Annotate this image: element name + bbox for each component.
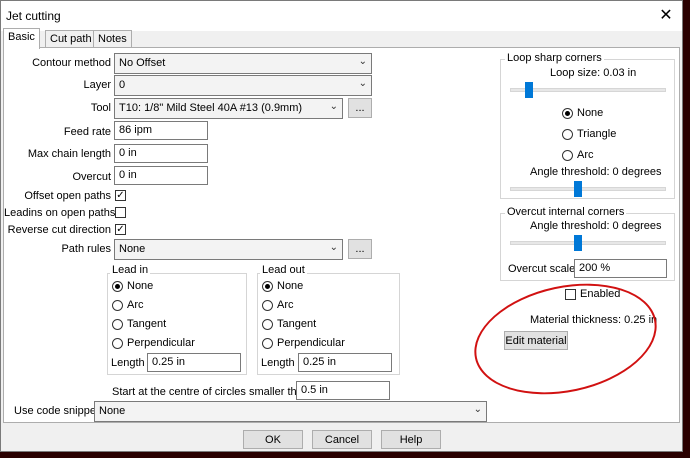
path-rules-select[interactable]: None ⌄	[114, 239, 343, 260]
tool-browse-button[interactable]: ...	[348, 98, 372, 118]
overcut-scale-input[interactable]: 200 %	[574, 259, 667, 278]
lead-out-none-label: None	[277, 280, 304, 292]
layer-select[interactable]: 0 ⌄	[114, 75, 372, 96]
loop-triangle-radio[interactable]	[562, 129, 573, 140]
overcut-label: Overcut	[72, 171, 111, 183]
close-icon[interactable]: ✕	[651, 4, 681, 28]
offset-open-paths-checkbox[interactable]: ✓	[115, 190, 126, 201]
window-title: Jet cutting	[6, 9, 61, 23]
code-snippet-select[interactable]: None ⌄	[94, 401, 487, 422]
chevron-down-icon: ⌄	[358, 78, 367, 89]
leadins-on-open-paths-label: Leadins on open paths	[4, 207, 116, 219]
start-centre-label: Start at the centre of circles smaller t…	[112, 386, 309, 398]
loop-size-label: Loop size: 0.03 in	[550, 67, 637, 79]
chevron-down-icon: ⌄	[473, 404, 482, 415]
loop-arc-label: Arc	[577, 149, 594, 161]
loop-triangle-label: Triangle	[577, 128, 617, 140]
cancel-button[interactable]: Cancel	[312, 430, 372, 449]
lead-out-arc-radio[interactable]	[262, 300, 273, 311]
loop-arc-radio[interactable]	[562, 150, 573, 161]
lead-out-perpendicular-label: Perpendicular	[277, 337, 345, 349]
title-bar: Jet cutting ✕	[1, 1, 682, 31]
tab-basic[interactable]: Basic	[3, 28, 40, 49]
contour-method-label: Contour method	[32, 57, 111, 69]
overcut-input[interactable]: 0 in	[114, 166, 208, 185]
path-rules-label: Path rules	[61, 243, 111, 255]
feed-rate-label: Feed rate	[63, 126, 111, 138]
chevron-down-icon: ⌄	[329, 101, 338, 112]
lead-out-arc-label: Arc	[277, 299, 294, 311]
loop-angle-slider[interactable]	[573, 181, 582, 197]
lead-out-perpendicular-radio[interactable]	[262, 338, 273, 349]
lead-in-tangent-radio[interactable]	[112, 319, 123, 330]
loop-angle-label: Angle threshold: 0 degrees	[530, 166, 662, 178]
tab-cut-path[interactable]: Cut path	[45, 30, 97, 48]
lead-in-title: Lead in	[110, 264, 151, 276]
offset-open-paths-label: Offset open paths	[24, 190, 111, 202]
tool-select[interactable]: T10: 1/8" Mild Steel 40A #13 (0.9mm) ⌄	[114, 98, 343, 119]
lead-in-none-label: None	[127, 280, 154, 292]
loop-none-label: None	[577, 107, 604, 119]
lead-out-tangent-label: Tangent	[277, 318, 317, 330]
reverse-cut-direction-checkbox[interactable]: ✓	[115, 224, 126, 235]
reverse-cut-direction-label: Reverse cut direction	[7, 224, 111, 236]
max-chain-length-label: Max chain length	[27, 148, 111, 160]
lead-in-arc-radio[interactable]	[112, 300, 123, 311]
chevron-down-icon: ⌄	[358, 56, 367, 67]
chevron-down-icon: ⌄	[329, 242, 338, 253]
lead-in-length-label: Length	[111, 357, 145, 369]
overcut-angle-track	[510, 241, 666, 245]
lead-in-perpendicular-radio[interactable]	[112, 338, 123, 349]
lead-out-none-radio[interactable]	[262, 281, 273, 292]
layer-label: Layer	[83, 79, 111, 91]
start-centre-input[interactable]: 0.5 in	[296, 381, 390, 400]
overcut-scale-label: Overcut scale	[508, 263, 576, 275]
ok-button[interactable]: OK	[243, 430, 303, 449]
loop-sharp-corners-title: Loop sharp corners	[505, 52, 604, 64]
lead-in-length-input[interactable]: 0.25 in	[147, 353, 241, 372]
overcut-angle-label: Angle threshold: 0 degrees	[530, 220, 662, 232]
feed-rate-input[interactable]: 86 ipm	[114, 121, 208, 140]
tab-notes[interactable]: Notes	[93, 30, 132, 48]
loop-size-slider[interactable]	[524, 82, 533, 98]
lead-out-tangent-radio[interactable]	[262, 319, 273, 330]
lead-in-perpendicular-label: Perpendicular	[127, 337, 195, 349]
tool-label: Tool	[90, 102, 111, 114]
lead-out-length-input[interactable]: 0.25 in	[298, 353, 392, 372]
loop-angle-track	[510, 187, 666, 191]
code-snippet-label: Use code snippet	[14, 405, 99, 417]
contour-method-select[interactable]: No Offset ⌄	[114, 53, 372, 74]
max-chain-length-input[interactable]: 0 in	[114, 144, 208, 163]
overcut-angle-slider[interactable]	[573, 235, 582, 251]
help-button[interactable]: Help	[381, 430, 441, 449]
lead-out-length-label: Length	[261, 357, 295, 369]
overcut-internal-title: Overcut internal corners	[505, 206, 627, 218]
lead-in-tangent-label: Tangent	[127, 318, 167, 330]
leadins-on-open-paths-checkbox[interactable]	[115, 207, 126, 218]
path-rules-browse-button[interactable]: ...	[348, 239, 372, 259]
lead-in-none-radio[interactable]	[112, 281, 123, 292]
lead-in-arc-label: Arc	[127, 299, 144, 311]
lead-out-title: Lead out	[260, 264, 307, 276]
loop-size-track	[510, 88, 666, 92]
loop-none-radio[interactable]	[562, 108, 573, 119]
